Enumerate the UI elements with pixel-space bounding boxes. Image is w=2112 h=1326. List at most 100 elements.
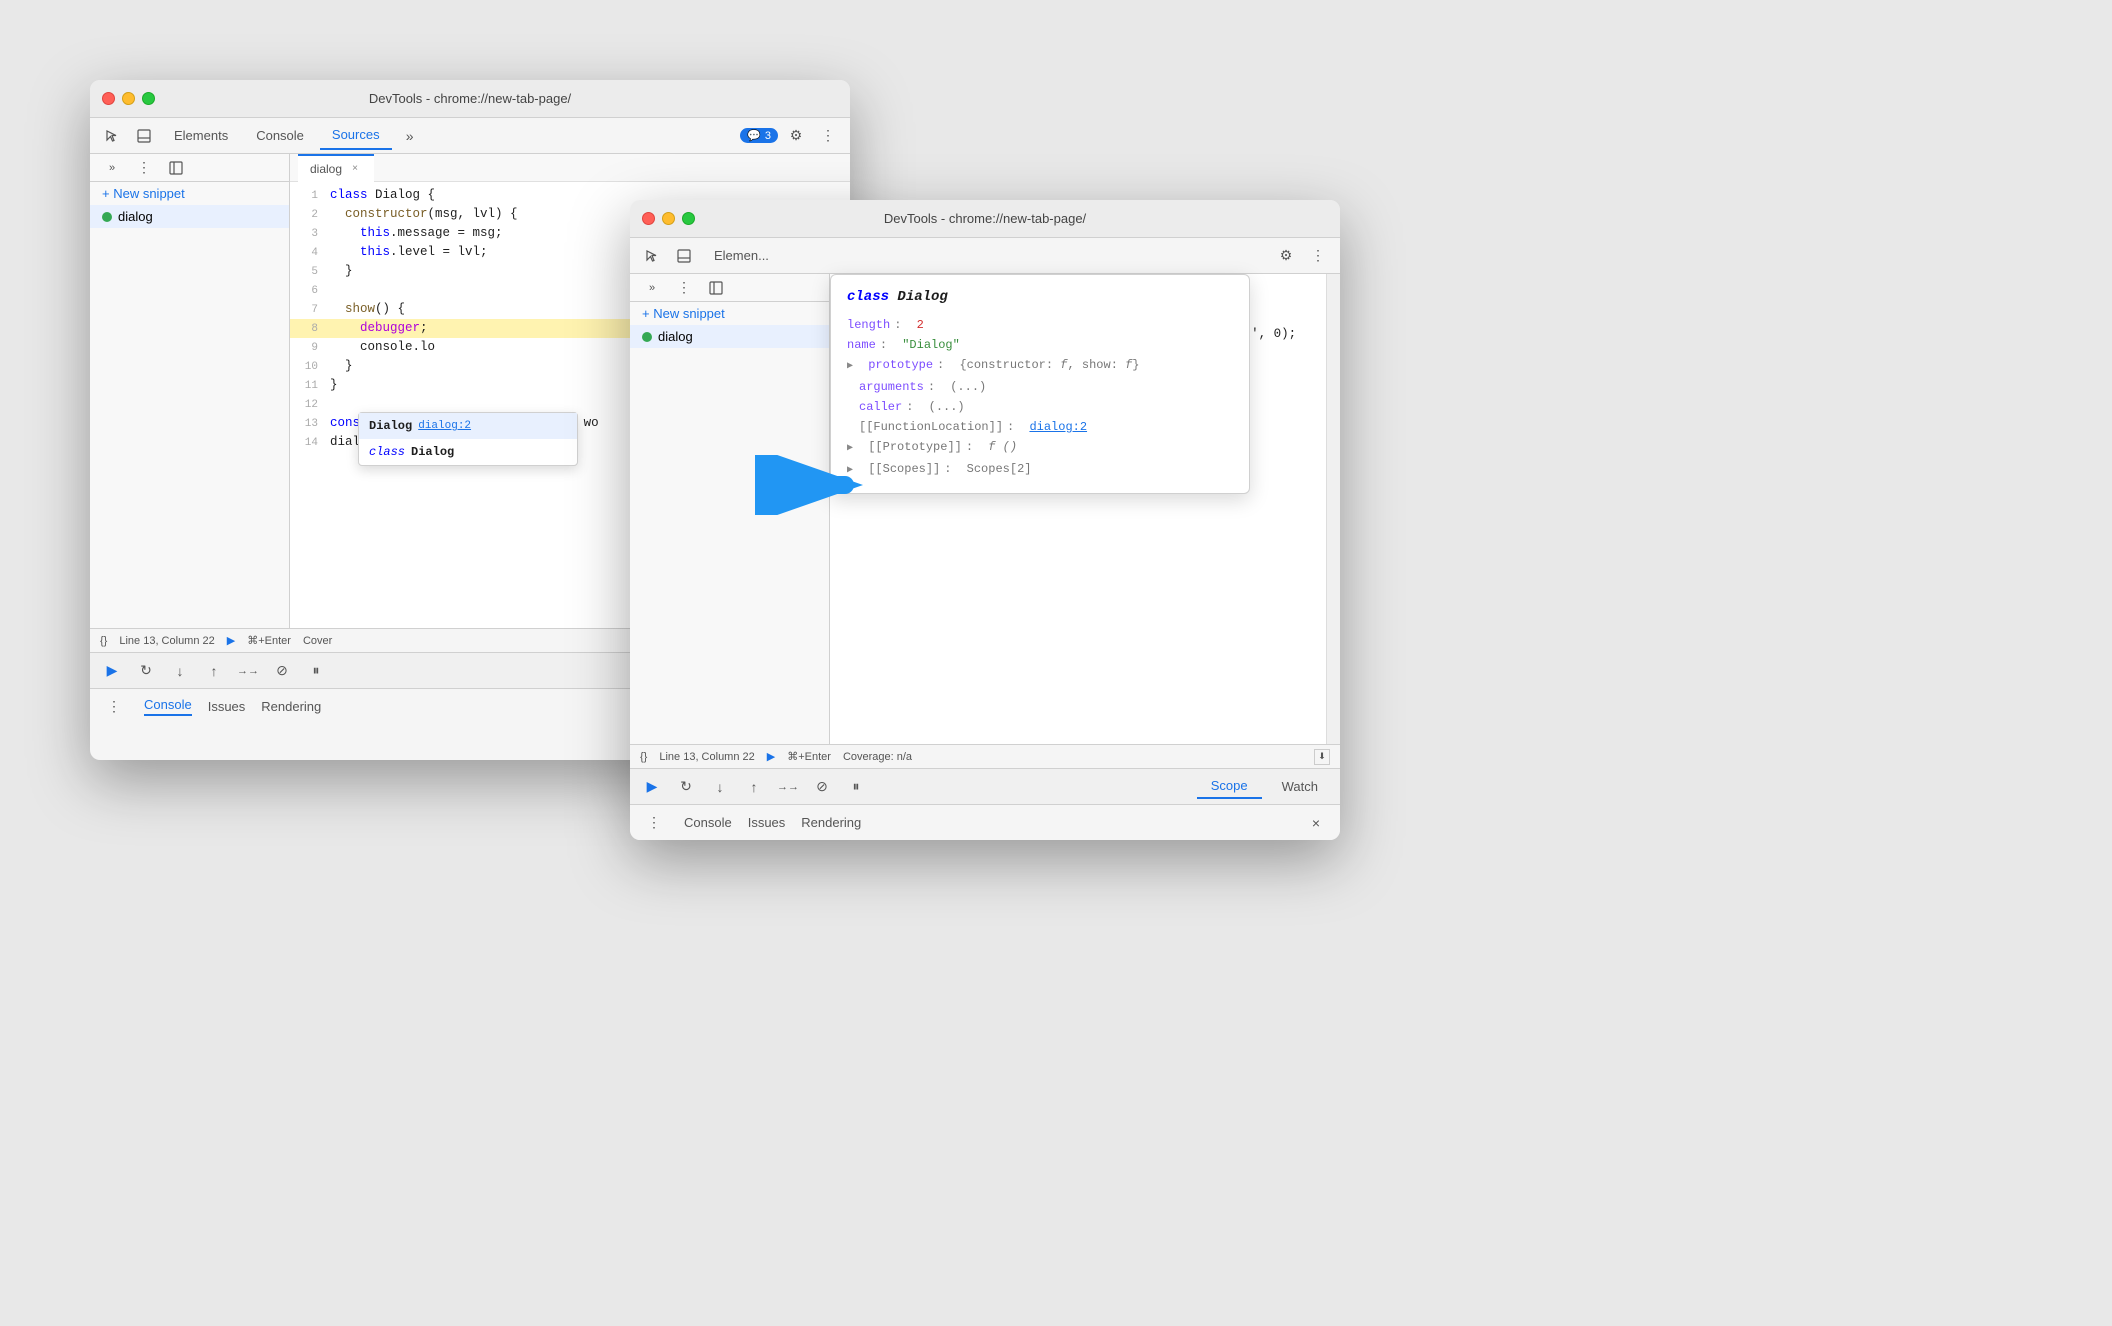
settings-icon[interactable]: ⚙ <box>782 122 810 150</box>
position-label: Line 13, Column 22 <box>119 635 214 647</box>
window-title-1: DevTools - chrome://new-tab-page/ <box>369 91 571 106</box>
devtools-toolbar-1: Elements Console Sources » 💬 3 ⚙ ⋮ <box>90 118 850 154</box>
new-snippet-btn-2[interactable]: + New snippet <box>630 302 829 325</box>
sidebar-more-icon[interactable]: » <box>98 154 126 182</box>
deactivate-btn[interactable]: ⊘ <box>268 657 296 685</box>
step-out-btn[interactable]: ↑ <box>200 657 228 685</box>
new-snippet-label-2: + New snippet <box>642 306 725 321</box>
issues-tab-2[interactable]: Issues <box>748 815 786 830</box>
scope-row-length: length: 2 <box>847 315 1233 335</box>
more-tabs-icon[interactable]: » <box>396 122 424 150</box>
coverage-label: Cover <box>303 635 332 647</box>
coverage-label-2: Coverage: n/a <box>843 751 912 763</box>
new-snippet-label: + New snippet <box>102 186 185 201</box>
bottom-more-icon[interactable]: ⋮ <box>100 693 128 721</box>
scope-tab-2[interactable]: Scope <box>1197 774 1262 799</box>
sidebar-toolbar-2: » ⋮ <box>630 274 829 302</box>
sidebar-panel-icon[interactable] <box>162 154 190 182</box>
braces-icon[interactable]: {} <box>100 635 107 647</box>
minimize-button-2[interactable] <box>662 212 675 225</box>
scroll-down-btn[interactable]: ⬇ <box>1314 749 1330 765</box>
run-icon[interactable]: ▶ <box>227 634 235 647</box>
sidebar-dots-icon-2[interactable]: ⋮ <box>670 274 698 302</box>
scope-row-prototype: ▶ prototype: {constructor: f, show: f} <box>847 355 1233 377</box>
tab-elements[interactable]: Elements <box>162 122 240 150</box>
position-label-2: Line 13, Column 22 <box>659 751 754 763</box>
scope-row-arguments: arguments: (...) <box>847 377 1233 397</box>
step-btn[interactable]: →→ <box>234 657 262 685</box>
maximize-button-1[interactable] <box>142 92 155 105</box>
run-shortcut: ⌘+Enter <box>247 634 291 647</box>
step-into-btn-2[interactable]: ↓ <box>706 773 734 801</box>
arrow-container <box>755 455 875 520</box>
file-name-label: dialog <box>118 209 153 224</box>
resume-btn-2[interactable]: ▶ <box>638 773 666 801</box>
cursor-icon[interactable] <box>98 122 126 150</box>
scope-row-scopes: ▶ [[Scopes]]: Scopes[2] <box>847 459 1233 481</box>
console-tab-2[interactable]: Console <box>684 815 732 830</box>
status-bar-2: {} Line 13, Column 22 ▶ ⌘+Enter Coverage… <box>630 744 1340 768</box>
chat-badge[interactable]: 💬 3 <box>740 128 778 143</box>
rendering-tab-2[interactable]: Rendering <box>801 815 861 830</box>
scope-title: class Dialog <box>847 287 1233 307</box>
dialog-file-item-2[interactable]: dialog <box>630 325 829 348</box>
close-tab-icon[interactable]: × <box>348 162 362 176</box>
drawer-icon-2[interactable] <box>670 242 698 270</box>
step-btn-2[interactable]: →→ <box>774 773 802 801</box>
rendering-tab-1[interactable]: Rendering <box>261 699 321 714</box>
minimize-button-1[interactable] <box>122 92 135 105</box>
more-options-icon-2[interactable]: ⋮ <box>1304 242 1332 270</box>
sidebar-more-icon-2[interactable]: » <box>638 274 666 302</box>
new-snippet-btn[interactable]: + New snippet <box>90 182 289 205</box>
step-out-btn-2[interactable]: ↑ <box>740 773 768 801</box>
dialog-file-item[interactable]: dialog <box>90 205 289 228</box>
file-status-dot <box>102 212 112 222</box>
sources-sidebar-1: » ⋮ + New snippet dialog <box>90 154 290 628</box>
traffic-lights-2 <box>642 212 695 225</box>
console-tab-1[interactable]: Console <box>144 697 192 716</box>
close-panel-icon[interactable]: × <box>1302 809 1330 837</box>
more-options-icon[interactable]: ⋮ <box>814 122 842 150</box>
step-into-btn[interactable]: ↓ <box>166 657 194 685</box>
bottom-bar-2: ⋮ Console Issues Rendering × <box>630 804 1340 840</box>
step-over-btn[interactable]: ↻ <box>132 657 160 685</box>
file-status-dot-2 <box>642 332 652 342</box>
code-tabs-1: dialog × <box>290 154 850 182</box>
scope-row-caller: caller: (...) <box>847 397 1233 417</box>
maximize-button-2[interactable] <box>682 212 695 225</box>
chat-icon: 💬 <box>747 129 761 142</box>
pause-btn[interactable]: ⏸ <box>302 657 330 685</box>
code-tab-dialog[interactable]: dialog × <box>298 154 374 182</box>
close-button-1[interactable] <box>102 92 115 105</box>
scope-panel: class Dialog length: 2 name: "Dialog" ▶ … <box>830 274 1250 494</box>
scope-row-location: [[FunctionLocation]]: dialog:2 <box>847 417 1233 437</box>
braces-icon-2[interactable]: {} <box>640 751 647 763</box>
bottom-more-icon-2[interactable]: ⋮ <box>640 809 668 837</box>
traffic-lights-1 <box>102 92 155 105</box>
step-over-btn-2[interactable]: ↻ <box>672 773 700 801</box>
watch-tab-2[interactable]: Watch <box>1268 775 1332 798</box>
sidebar-dots-icon[interactable]: ⋮ <box>130 154 158 182</box>
autocomplete-popup[interactable]: Dialog dialog:2 class Dialog <box>358 412 578 466</box>
sidebar-panel-icon-2[interactable] <box>702 274 730 302</box>
close-button-2[interactable] <box>642 212 655 225</box>
code-area-2: class Dialog length: 2 name: "Dialog" ▶ … <box>830 274 1340 744</box>
scrollbar-area[interactable] <box>1326 274 1340 744</box>
ac-item-1[interactable]: Dialog dialog:2 <box>359 413 577 439</box>
issues-tab-1[interactable]: Issues <box>208 699 246 714</box>
resume-btn[interactable]: ▶ <box>98 657 126 685</box>
title-bar-1: DevTools - chrome://new-tab-page/ <box>90 80 850 118</box>
run-icon-2[interactable]: ▶ <box>767 750 775 763</box>
deactivate-btn-2[interactable]: ⊘ <box>808 773 836 801</box>
cursor-icon-2[interactable] <box>638 242 666 270</box>
devtools-toolbar-2: Elemen... ⚙ ⋮ <box>630 238 1340 274</box>
devtools-window-2: DevTools - chrome://new-tab-page/ Elemen… <box>630 200 1340 840</box>
drawer-icon[interactable] <box>130 122 158 150</box>
pause-btn-2[interactable]: ⏸ <box>842 773 870 801</box>
tab-sources[interactable]: Sources <box>320 122 392 150</box>
ac-item-2[interactable]: class Dialog <box>359 439 577 465</box>
settings-icon-2[interactable]: ⚙ <box>1272 242 1300 270</box>
tab-console[interactable]: Console <box>244 122 316 150</box>
file-name-label-2: dialog <box>658 329 693 344</box>
tab-elements-2[interactable]: Elemen... <box>702 242 781 270</box>
